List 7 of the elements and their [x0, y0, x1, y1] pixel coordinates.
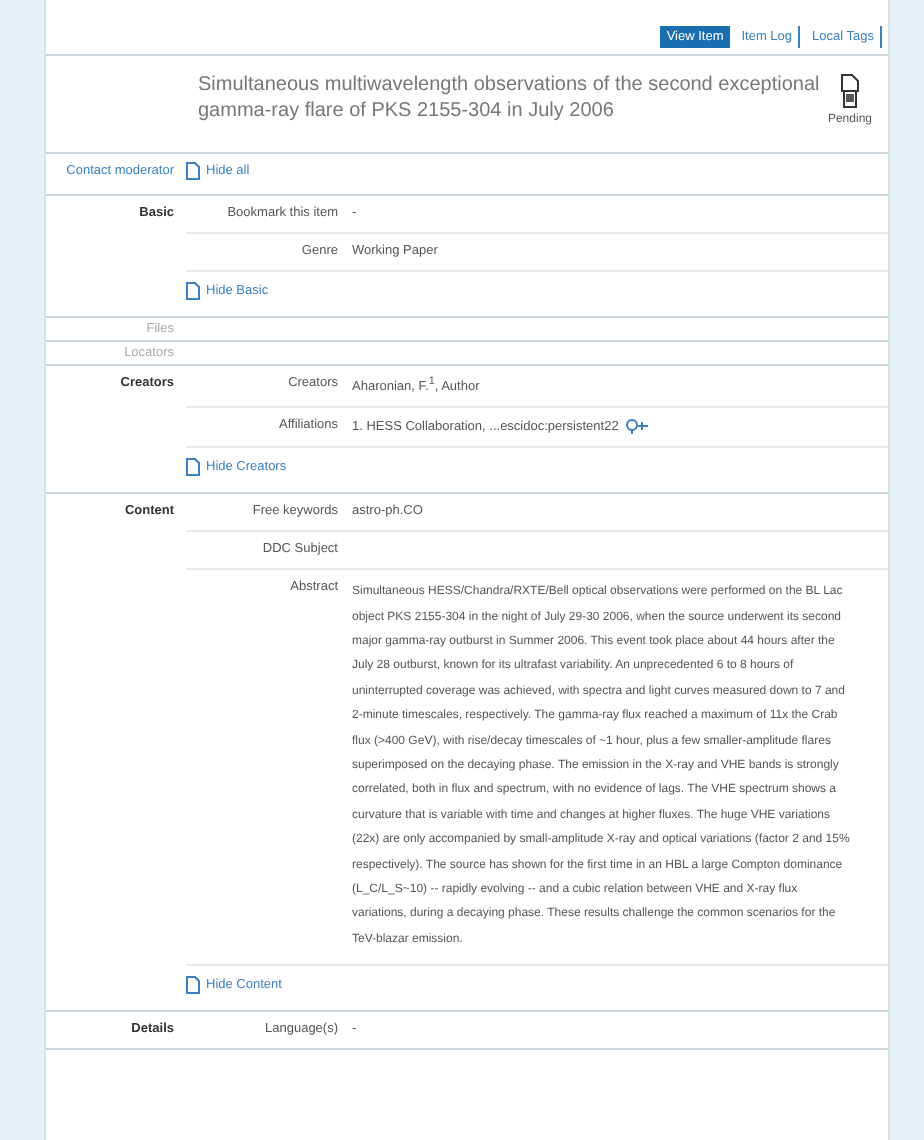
document-icon [186, 458, 200, 477]
document-status-icon [838, 74, 861, 108]
document-icon [186, 162, 200, 180]
org-tree-icon[interactable] [626, 418, 651, 435]
document-icon [186, 282, 200, 300]
item-title: Simultaneous multiwavelength observations of the second exceptional gamma-ray flare of PKS 2155-304 in July 2006 [198, 72, 822, 124]
document-icon [186, 976, 200, 995]
